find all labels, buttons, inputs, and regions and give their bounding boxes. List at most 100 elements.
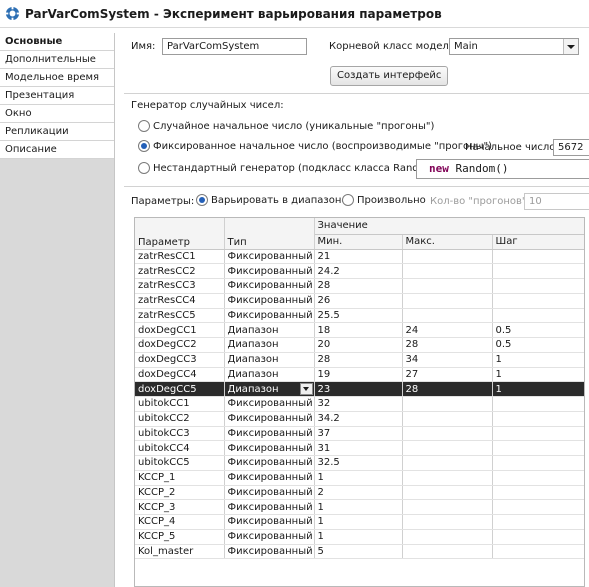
max-value-cell[interactable] [402, 470, 493, 486]
min-value-cell[interactable]: 1 [314, 514, 403, 530]
param-type-cell[interactable]: Фиксированный [224, 514, 315, 530]
param-name-cell[interactable]: zatrResCC4 [135, 293, 225, 309]
param-type-cell[interactable]: Фиксированный [224, 470, 315, 486]
step-value-cell[interactable] [492, 426, 584, 442]
min-value-cell[interactable]: 34.2 [314, 411, 403, 427]
min-value-cell[interactable]: 18 [314, 322, 403, 338]
table-row[interactable]: doxDegCC1 Диапазон 18 24 0.5 [135, 322, 584, 338]
param-name-cell[interactable]: ubitokCC5 [135, 455, 225, 471]
param-name-cell[interactable]: KCCP_2 [135, 485, 225, 501]
root-class-combobox[interactable]: Main [449, 38, 579, 55]
max-value-cell[interactable]: 27 [402, 367, 493, 383]
step-value-cell[interactable] [492, 293, 584, 309]
min-value-cell[interactable]: 19 [314, 367, 403, 383]
param-type-cell[interactable]: Фиксированный [224, 263, 315, 279]
seed-field[interactable]: 5672 [553, 139, 589, 156]
max-value-cell[interactable] [402, 499, 493, 515]
rng-option-random[interactable]: Случайное начальное число (уникальные "п… [138, 120, 434, 132]
table-row[interactable]: KCCP_3 Фиксированный 1 [135, 499, 584, 515]
sidebar-item[interactable]: Модельное время [0, 69, 114, 87]
param-name-cell[interactable]: ubitokCC2 [135, 411, 225, 427]
param-type-cell[interactable]: Фиксированный [224, 529, 315, 545]
param-type-cell[interactable]: Фиксированный [224, 440, 315, 456]
param-name-cell[interactable]: doxDegCC5 [135, 381, 225, 397]
param-type-cell[interactable]: Фиксированный [224, 499, 315, 515]
min-value-cell[interactable]: 26 [314, 293, 403, 309]
table-row[interactable]: zatrResCC1 Фиксированный 21 [135, 249, 584, 265]
table-row[interactable]: zatrResCC4 Фиксированный 26 [135, 293, 584, 309]
table-row[interactable]: KCCP_4 Фиксированный 1 [135, 514, 584, 530]
param-type-cell[interactable]: Фиксированный [224, 278, 315, 294]
max-value-cell[interactable] [402, 278, 493, 294]
max-value-cell[interactable]: 28 [402, 337, 493, 353]
params-free-radio[interactable] [342, 194, 354, 206]
max-value-cell[interactable] [402, 411, 493, 427]
max-value-cell[interactable]: 34 [402, 352, 493, 368]
step-value-cell[interactable] [492, 499, 584, 515]
param-name-cell[interactable]: zatrResCC5 [135, 308, 225, 324]
create-interface-button[interactable]: Создать интерфейс [330, 66, 449, 86]
param-name-cell[interactable]: zatrResCC3 [135, 278, 225, 294]
param-name-cell[interactable]: KCCP_4 [135, 514, 225, 530]
max-value-cell[interactable] [402, 529, 493, 545]
param-type-cell[interactable]: Фиксированный [224, 249, 315, 265]
min-value-cell[interactable]: 28 [314, 352, 403, 368]
min-value-cell[interactable]: 32 [314, 396, 403, 412]
rng-option-custom[interactable]: Нестандартный генератор (подкласс класса… [138, 162, 442, 174]
params-mode-range[interactable]: Варьировать в диапазоне [196, 194, 348, 206]
type-dropdown-button[interactable] [299, 383, 313, 396]
table-row[interactable]: KCCP_2 Фиксированный 2 [135, 485, 584, 501]
min-value-cell[interactable]: 2 [314, 485, 403, 501]
param-type-cell[interactable]: Диапазон [224, 337, 315, 353]
sidebar-item[interactable]: Репликации [0, 123, 114, 141]
param-type-cell[interactable]: Диапазон [224, 381, 315, 397]
step-value-cell[interactable]: 1 [492, 381, 584, 397]
step-value-cell[interactable] [492, 470, 584, 486]
param-type-cell[interactable]: Диапазон [224, 352, 315, 368]
step-value-cell[interactable] [492, 455, 584, 471]
root-class-dropdown-button[interactable] [563, 39, 578, 54]
step-value-cell[interactable] [492, 411, 584, 427]
step-value-cell[interactable] [492, 278, 584, 294]
column-header-max[interactable]: Макс. [402, 234, 493, 250]
param-type-cell[interactable]: Диапазон [224, 322, 315, 338]
sidebar-item[interactable]: Описание [0, 141, 114, 159]
step-value-cell[interactable] [492, 263, 584, 279]
min-value-cell[interactable]: 21 [314, 249, 403, 265]
step-value-cell[interactable] [492, 308, 584, 324]
table-row[interactable]: ubitokCC3 Фиксированный 37 [135, 426, 584, 442]
param-name-cell[interactable]: KCCP_5 [135, 529, 225, 545]
params-mode-free[interactable]: Произвольно [342, 194, 426, 206]
params-range-radio[interactable] [196, 194, 208, 206]
param-name-cell[interactable]: doxDegCC4 [135, 367, 225, 383]
param-type-cell[interactable]: Фиксированный [224, 411, 315, 427]
param-name-cell[interactable]: zatrResCC1 [135, 249, 225, 265]
param-name-cell[interactable]: zatrResCC2 [135, 263, 225, 279]
rng-option-fixed[interactable]: Фиксированное начальное число (воспроизв… [138, 140, 492, 152]
min-value-cell[interactable]: 24.2 [314, 263, 403, 279]
param-type-cell[interactable]: Фиксированный [224, 293, 315, 309]
min-value-cell[interactable]: 1 [314, 529, 403, 545]
param-type-cell[interactable]: Фиксированный [224, 485, 315, 501]
sidebar-item[interactable]: Окно [0, 105, 114, 123]
table-row[interactable]: doxDegCC3 Диапазон 28 34 1 [135, 352, 584, 368]
max-value-cell[interactable]: 28 [402, 381, 493, 397]
rng-radio-2[interactable] [138, 162, 150, 174]
max-value-cell[interactable] [402, 293, 493, 309]
param-name-cell[interactable]: KCCP_3 [135, 499, 225, 515]
param-name-cell[interactable]: ubitokCC1 [135, 396, 225, 412]
min-value-cell[interactable]: 32.5 [314, 455, 403, 471]
max-value-cell[interactable]: 24 [402, 322, 493, 338]
step-value-cell[interactable]: 1 [492, 367, 584, 383]
step-value-cell[interactable] [492, 249, 584, 265]
param-name-cell[interactable]: ubitokCC3 [135, 426, 225, 442]
param-type-cell[interactable]: Фиксированный [224, 308, 315, 324]
param-name-cell[interactable]: KCCP_1 [135, 470, 225, 486]
min-value-cell[interactable]: 23 [314, 381, 403, 397]
table-row[interactable]: KCCP_5 Фиксированный 1 [135, 529, 584, 545]
sidebar-item[interactable]: Презентация [0, 87, 114, 105]
name-field[interactable]: ParVarComSystem [162, 38, 307, 55]
min-value-cell[interactable]: 25.5 [314, 308, 403, 324]
step-value-cell[interactable] [492, 529, 584, 545]
min-value-cell[interactable]: 31 [314, 440, 403, 456]
